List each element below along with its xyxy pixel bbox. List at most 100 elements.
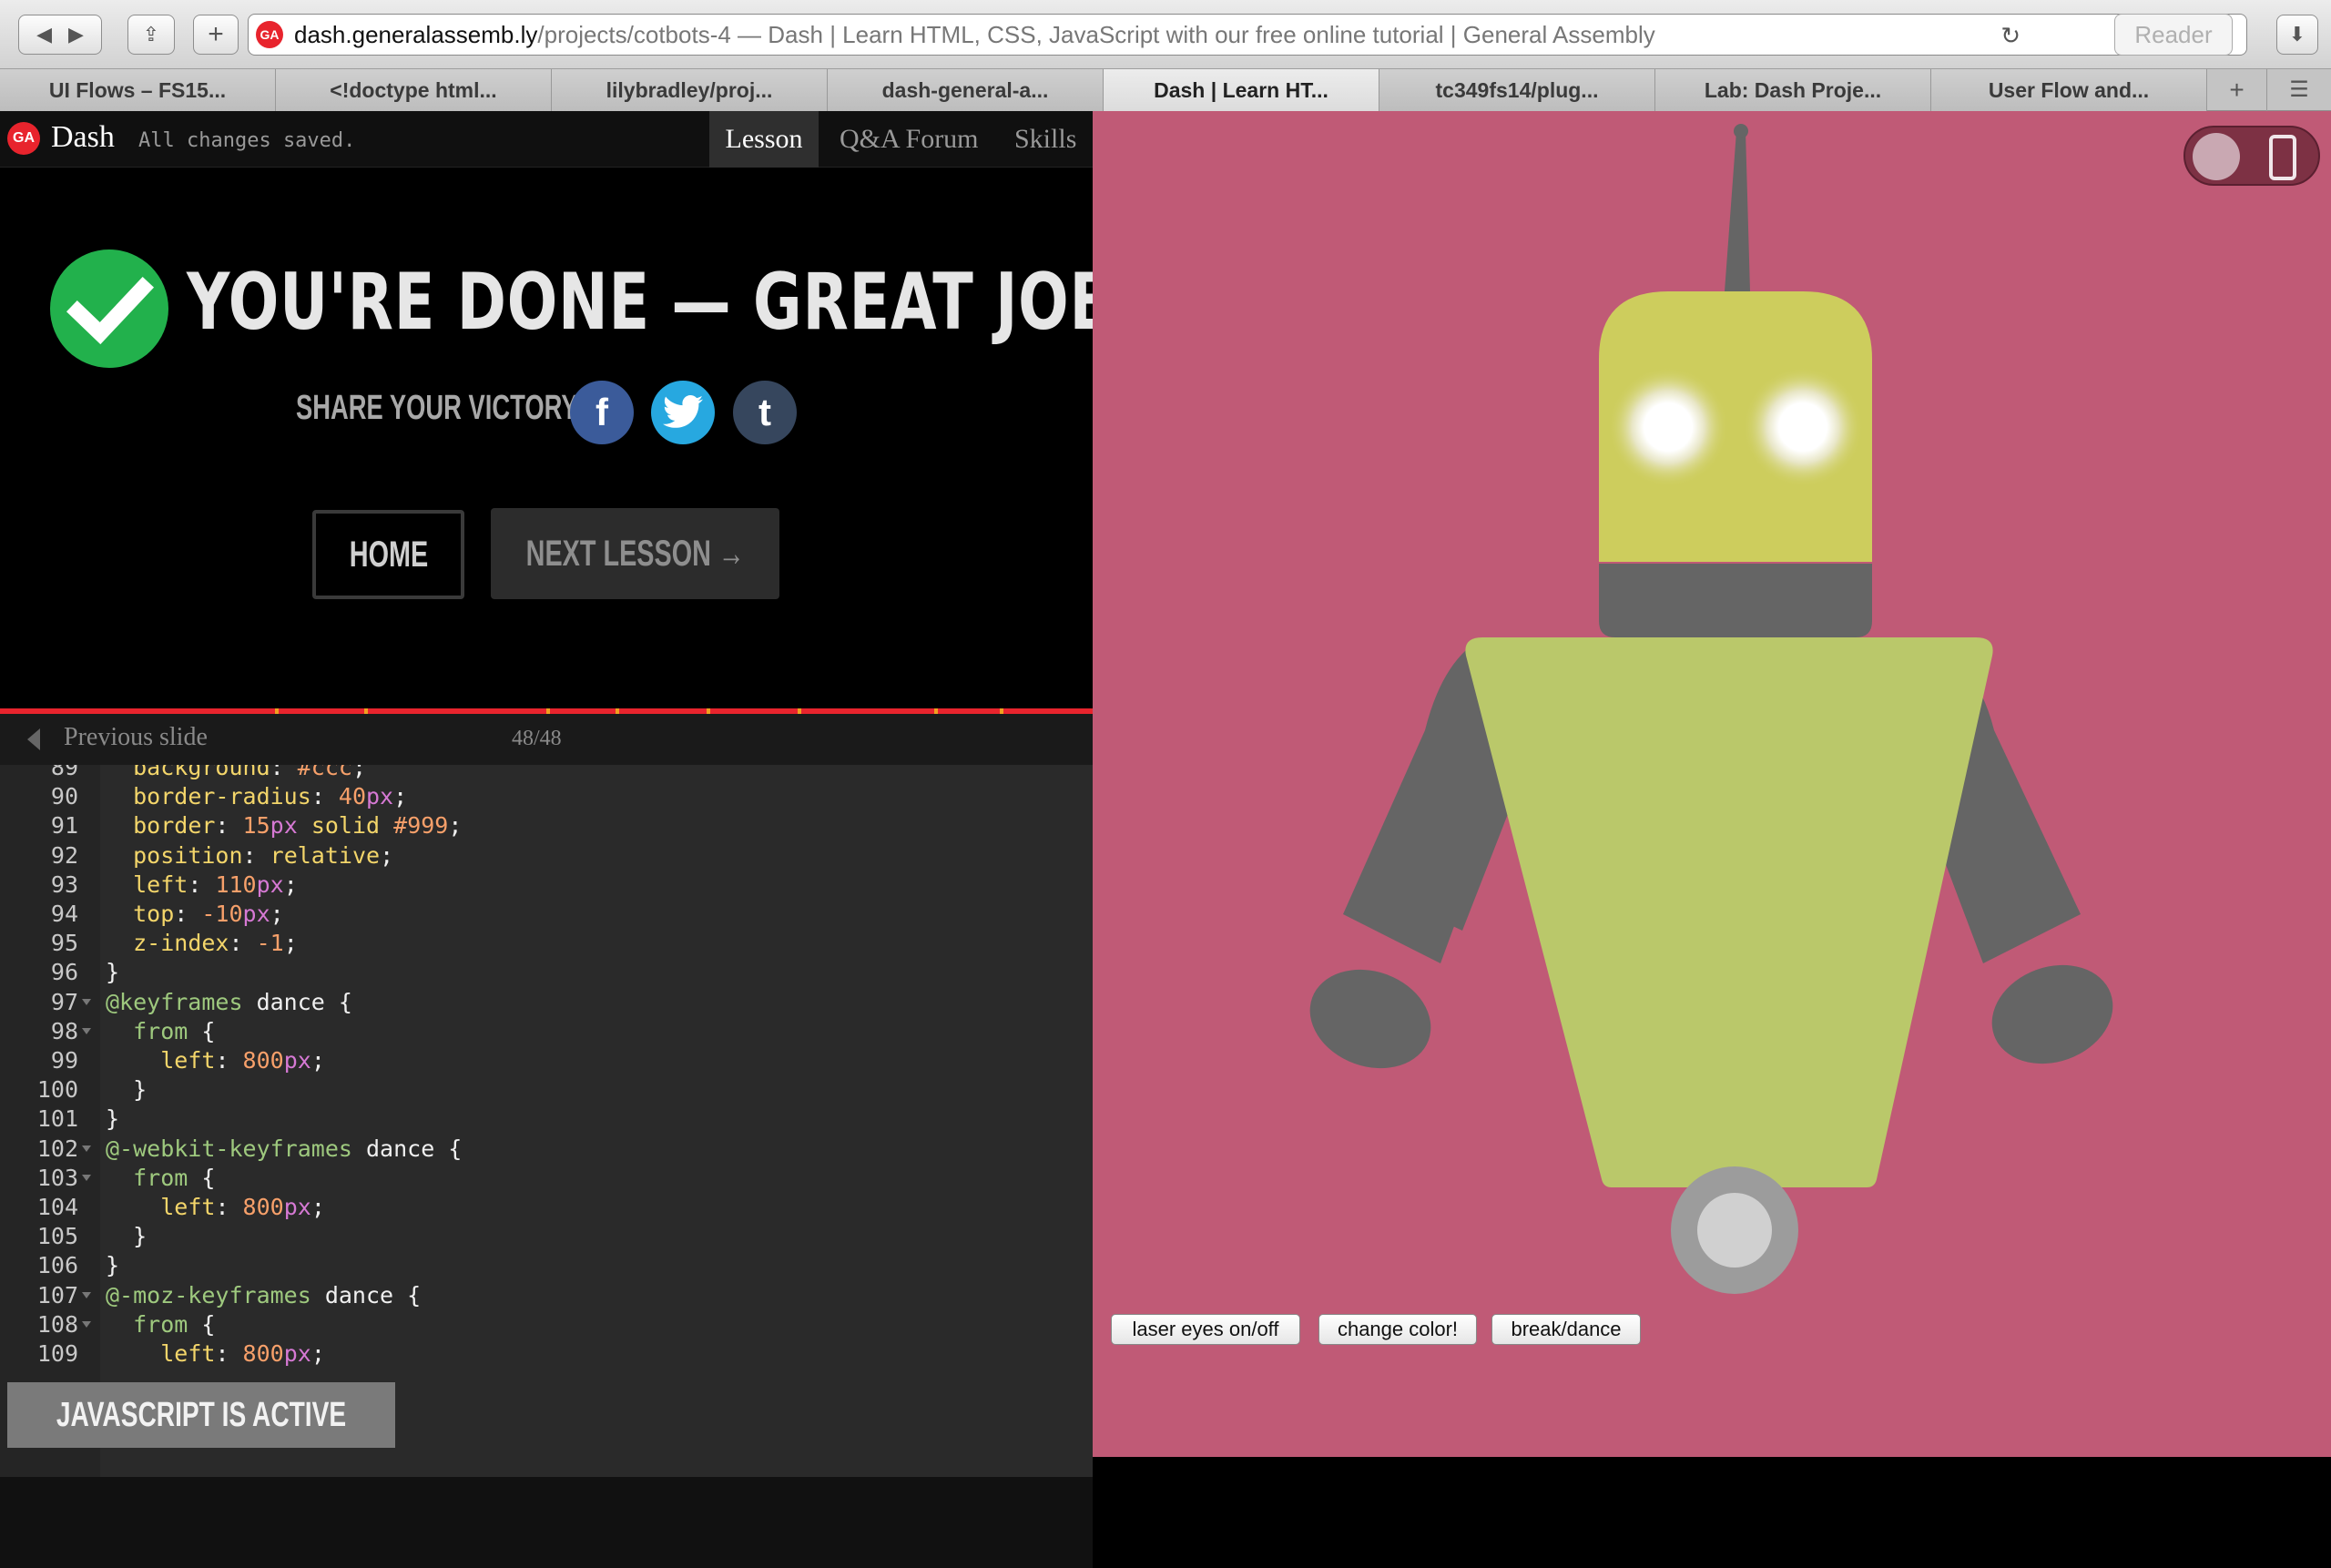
code-line[interactable]: 103 from {: [0, 1164, 1093, 1193]
line-number: 101: [36, 1105, 78, 1133]
code-line[interactable]: 105 }: [0, 1222, 1093, 1251]
code-line[interactable]: 92 position: relative;: [0, 841, 1093, 871]
plus-icon: +: [2229, 76, 2244, 104]
code-text: from {: [133, 1017, 216, 1044]
line-number: 106: [36, 1252, 78, 1279]
browser-tab[interactable]: tc349fs14/plug...: [1379, 69, 1655, 111]
add-tab-button[interactable]: +: [2207, 69, 2267, 111]
url-text[interactable]: dash.generalassemb.ly/projects/cotbots-4…: [294, 21, 2246, 49]
fold-arrow-icon[interactable]: [82, 1291, 91, 1298]
share-label: SHARE YOUR VICTORY:: [296, 389, 585, 427]
code-line[interactable]: 109 left: 800px;: [0, 1339, 1093, 1369]
code-line[interactable]: 89 background: #ccc;: [0, 765, 1093, 782]
robot-left-hand: [1309, 969, 1431, 1069]
nav-lesson[interactable]: Lesson: [709, 111, 819, 168]
browser-tab[interactable]: dash-general-a...: [828, 69, 1104, 111]
downloads-button[interactable]: ⬇: [2276, 15, 2318, 55]
share-button[interactable]: ⇪: [127, 15, 175, 55]
tab-list-button[interactable]: ☰: [2267, 69, 2331, 110]
back-arrow-icon[interactable]: ◀: [36, 23, 52, 46]
code-text: top: -10px;: [133, 901, 284, 927]
reload-icon[interactable]: ↻: [2000, 22, 2021, 50]
home-button-label: HOME: [349, 534, 428, 575]
code-line[interactable]: 104 left: 800px;: [0, 1193, 1093, 1222]
code-text: @keyframes dance {: [106, 988, 352, 1015]
download-icon: ⬇: [2288, 23, 2306, 46]
twitter-icon[interactable]: [651, 381, 715, 444]
code-text: from {: [133, 1310, 216, 1338]
code-text: border: 15px solid #999;: [133, 812, 463, 840]
preview-pane: laser eyes on/off change color! break/da…: [1093, 111, 2331, 1457]
nav-skills[interactable]: Skills: [1002, 111, 1089, 168]
code-editor[interactable]: 89 background: #ccc; 90 border-radius: 40…: [0, 765, 1093, 1477]
code-line[interactable]: 96}: [0, 958, 1093, 987]
fold-arrow-icon[interactable]: [82, 1145, 91, 1152]
line-number: 105: [36, 1223, 78, 1250]
back-forward-buttons[interactable]: ◀ ▶: [18, 15, 102, 55]
line-number: 109: [36, 1340, 78, 1367]
code-text: left: 110px;: [133, 871, 298, 898]
code-line[interactable]: 102 @-webkit-keyframes dance {: [0, 1135, 1093, 1164]
browser-tab-active[interactable]: Dash | Learn HT...: [1104, 69, 1379, 111]
change-color-button[interactable]: change color!: [1318, 1314, 1477, 1345]
code-line[interactable]: 94 top: -10px;: [0, 900, 1093, 929]
code-line[interactable]: 98 from {: [0, 1017, 1093, 1046]
fold-arrow-icon[interactable]: [82, 1027, 91, 1034]
previous-arrow-icon[interactable]: [27, 728, 40, 750]
browser-tab[interactable]: lilybradley/proj...: [552, 69, 828, 111]
status-bar: [0, 1477, 1093, 1568]
code-line[interactable]: 91 border: 15px solid #999;: [0, 811, 1093, 840]
line-number: 97: [50, 988, 78, 1015]
browser-tab[interactable]: Lab: Dash Proje...: [1655, 69, 1931, 111]
code-line[interactable]: 101}: [0, 1105, 1093, 1134]
ga-logo-icon[interactable]: GA: [7, 122, 40, 155]
line-number: 90: [50, 783, 78, 810]
fold-arrow-icon[interactable]: [82, 998, 91, 1005]
forward-arrow-icon[interactable]: ▶: [68, 23, 84, 46]
laser-eyes-button[interactable]: laser eyes on/off: [1111, 1314, 1300, 1345]
nav-qa-forum[interactable]: Q&A Forum: [827, 111, 992, 168]
robot-antenna-tip: [1734, 124, 1748, 138]
fold-arrow-icon[interactable]: [82, 1320, 91, 1328]
javascript-active-badge[interactable]: JAVASCRIPT IS ACTIVE: [7, 1382, 395, 1448]
break-dance-button[interactable]: break/dance: [1491, 1314, 1641, 1345]
code-text: }: [106, 1223, 148, 1250]
code-line[interactable]: 108 from {: [0, 1310, 1093, 1339]
line-number: 98: [50, 1017, 78, 1044]
facebook-icon[interactable]: f: [570, 381, 634, 444]
previous-slide-link[interactable]: Previous slide: [64, 723, 208, 752]
line-number: 107: [36, 1281, 78, 1308]
robot-right-hand: [1991, 964, 2113, 1064]
browser-tab[interactable]: User Flow and...: [1931, 69, 2207, 111]
code-text: background: #ccc;: [133, 765, 367, 780]
address-bar[interactable]: GA dash.generalassemb.ly/projects/cotbot…: [248, 14, 2247, 56]
app-title[interactable]: Dash: [51, 120, 115, 155]
code-text: }: [106, 1076, 148, 1104]
browser-tab[interactable]: <!doctype html...: [276, 69, 552, 111]
completion-title: YOU'RE DONE — GREAT JOB!: [187, 257, 1144, 348]
reader-button[interactable]: Reader: [2114, 14, 2233, 56]
home-button[interactable]: HOME: [312, 510, 464, 599]
code-text: left: 800px;: [160, 1340, 325, 1367]
line-number: 100: [36, 1076, 78, 1104]
browser-toolbar: ◀ ▶ ⇪ + GA dash.generalassemb.ly/project…: [0, 0, 2331, 69]
browser-tab[interactable]: UI Flows – FS15...: [0, 69, 276, 111]
code-line[interactable]: 90 border-radius: 40px;: [0, 782, 1093, 811]
line-number: 93: [50, 871, 78, 898]
list-icon: ☰: [2289, 77, 2309, 102]
new-tab-button[interactable]: +: [193, 15, 239, 55]
code-line[interactable]: 107 @-moz-keyframes dance {: [0, 1281, 1093, 1310]
next-lesson-button[interactable]: NEXT LESSON →: [491, 508, 779, 599]
code-line[interactable]: 97 @keyframes dance {: [0, 988, 1093, 1017]
code-text: z-index: -1;: [133, 930, 298, 957]
code-line[interactable]: 100 }: [0, 1075, 1093, 1105]
code-line[interactable]: 95 z-index: -1;: [0, 929, 1093, 958]
code-line[interactable]: 93 left: 110px;: [0, 871, 1093, 900]
line-number: 95: [50, 930, 78, 957]
code-line[interactable]: 99 left: 800px;: [0, 1046, 1093, 1075]
code-text: left: 800px;: [160, 1047, 325, 1074]
code-line[interactable]: 106}: [0, 1251, 1093, 1280]
javascript-active-label: JAVASCRIPT IS ACTIVE: [56, 1395, 347, 1434]
tumblr-icon[interactable]: t: [733, 381, 797, 444]
fold-arrow-icon[interactable]: [82, 1174, 91, 1181]
